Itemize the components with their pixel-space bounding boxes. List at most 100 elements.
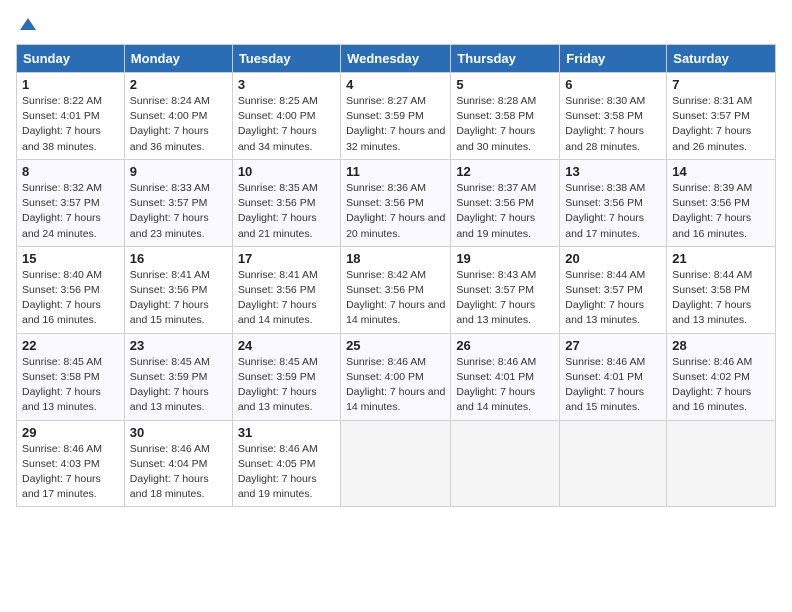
dow-header-saturday: Saturday	[667, 45, 776, 73]
day-detail: Sunrise: 8:31 AMSunset: 3:57 PMDaylight:…	[672, 94, 770, 155]
logo-icon	[18, 16, 38, 36]
day-number: 30	[130, 425, 227, 440]
calendar-cell: 16Sunrise: 8:41 AMSunset: 3:56 PMDayligh…	[124, 246, 232, 333]
day-number: 24	[238, 338, 335, 353]
dow-header-wednesday: Wednesday	[341, 45, 451, 73]
day-number: 31	[238, 425, 335, 440]
day-detail: Sunrise: 8:45 AMSunset: 3:59 PMDaylight:…	[130, 355, 227, 416]
calendar-body: 1 Sunrise: 8:22 AMSunset: 4:01 PMDaylight…	[17, 73, 776, 507]
day-number: 11	[346, 164, 445, 179]
day-number: 28	[672, 338, 770, 353]
day-detail: Sunrise: 8:46 AMSunset: 4:05 PMDaylight:…	[238, 442, 335, 503]
calendar-cell: 9 Sunrise: 8:33 AMSunset: 3:57 PMDaylight…	[124, 159, 232, 246]
day-number: 13	[565, 164, 661, 179]
day-number: 18	[346, 251, 445, 266]
day-detail: Sunrise: 8:44 AMSunset: 3:57 PMDaylight:…	[565, 268, 661, 329]
page-header	[16, 16, 776, 36]
day-detail: Sunrise: 8:46 AMSunset: 4:01 PMDaylight:…	[456, 355, 554, 416]
day-detail: Sunrise: 8:32 AMSunset: 3:57 PMDaylight:…	[22, 181, 119, 242]
calendar-cell: 21 Sunrise: 8:44 AMSunset: 3:58 PMDayligh…	[667, 246, 776, 333]
dow-header-tuesday: Tuesday	[232, 45, 340, 73]
day-detail: Sunrise: 8:45 AMSunset: 3:59 PMDaylight:…	[238, 355, 335, 416]
calendar-cell: 4 Sunrise: 8:27 AMSunset: 3:59 PMDaylight…	[341, 73, 451, 160]
calendar-cell: 5 Sunrise: 8:28 AMSunset: 3:58 PMDaylight…	[451, 73, 560, 160]
day-detail: Sunrise: 8:46 AMSunset: 4:04 PMDaylight:…	[130, 442, 227, 503]
day-detail: Sunrise: 8:41 AMSunset: 3:56 PMDaylight:…	[238, 268, 335, 329]
day-detail: Sunrise: 8:46 AMSunset: 4:01 PMDaylight:…	[565, 355, 661, 416]
day-detail: Sunrise: 8:43 AMSunset: 3:57 PMDaylight:…	[456, 268, 554, 329]
day-detail: Sunrise: 8:35 AMSunset: 3:56 PMDaylight:…	[238, 181, 335, 242]
calendar-cell: 12Sunrise: 8:37 AMSunset: 3:56 PMDayligh…	[451, 159, 560, 246]
calendar-cell	[451, 420, 560, 507]
day-number: 29	[22, 425, 119, 440]
calendar-cell: 13 Sunrise: 8:38 AMSunset: 3:56 PMDayligh…	[560, 159, 667, 246]
day-number: 10	[238, 164, 335, 179]
calendar-cell: 22 Sunrise: 8:45 AMSunset: 3:58 PMDayligh…	[17, 333, 125, 420]
day-number: 25	[346, 338, 445, 353]
calendar-cell: 19 Sunrise: 8:43 AMSunset: 3:57 PMDayligh…	[451, 246, 560, 333]
day-detail: Sunrise: 8:33 AMSunset: 3:57 PMDaylight:…	[130, 181, 227, 242]
week-row-3: 15Sunrise: 8:40 AMSunset: 3:56 PMDayligh…	[17, 246, 776, 333]
days-of-week-row: SundayMondayTuesdayWednesdayThursdayFrid…	[17, 45, 776, 73]
dow-header-monday: Monday	[124, 45, 232, 73]
day-detail: Sunrise: 8:46 AMSunset: 4:03 PMDaylight:…	[22, 442, 119, 503]
calendar-cell: 17Sunrise: 8:41 AMSunset: 3:56 PMDayligh…	[232, 246, 340, 333]
day-detail: Sunrise: 8:45 AMSunset: 3:58 PMDaylight:…	[22, 355, 119, 416]
calendar-cell	[341, 420, 451, 507]
calendar-cell: 30 Sunrise: 8:46 AMSunset: 4:04 PMDayligh…	[124, 420, 232, 507]
day-number: 19	[456, 251, 554, 266]
calendar-cell	[560, 420, 667, 507]
day-detail: Sunrise: 8:46 AMSunset: 4:02 PMDaylight:…	[672, 355, 770, 416]
calendar-cell: 23 Sunrise: 8:45 AMSunset: 3:59 PMDayligh…	[124, 333, 232, 420]
calendar-cell: 15Sunrise: 8:40 AMSunset: 3:56 PMDayligh…	[17, 246, 125, 333]
day-detail: Sunrise: 8:30 AMSunset: 3:58 PMDaylight:…	[565, 94, 661, 155]
day-number: 22	[22, 338, 119, 353]
day-detail: Sunrise: 8:42 AMSunset: 3:56 PMDaylight:…	[346, 268, 445, 329]
week-row-5: 29 Sunrise: 8:46 AMSunset: 4:03 PMDayligh…	[17, 420, 776, 507]
day-detail: Sunrise: 8:24 AMSunset: 4:00 PMDaylight:…	[130, 94, 227, 155]
day-number: 21	[672, 251, 770, 266]
day-number: 5	[456, 77, 554, 92]
calendar-cell: 8 Sunrise: 8:32 AMSunset: 3:57 PMDaylight…	[17, 159, 125, 246]
day-detail: Sunrise: 8:46 AMSunset: 4:00 PMDaylight:…	[346, 355, 445, 416]
calendar-cell: 18 Sunrise: 8:42 AMSunset: 3:56 PMDayligh…	[341, 246, 451, 333]
logo	[16, 16, 38, 36]
day-number: 2	[130, 77, 227, 92]
day-detail: Sunrise: 8:36 AMSunset: 3:56 PMDaylight:…	[346, 181, 445, 242]
day-number: 1	[22, 77, 119, 92]
day-number: 12	[456, 164, 554, 179]
day-number: 23	[130, 338, 227, 353]
day-detail: Sunrise: 8:41 AMSunset: 3:56 PMDaylight:…	[130, 268, 227, 329]
day-number: 20	[565, 251, 661, 266]
day-number: 6	[565, 77, 661, 92]
calendar-cell: 2 Sunrise: 8:24 AMSunset: 4:00 PMDaylight…	[124, 73, 232, 160]
week-row-1: 1 Sunrise: 8:22 AMSunset: 4:01 PMDaylight…	[17, 73, 776, 160]
dow-header-friday: Friday	[560, 45, 667, 73]
day-detail: Sunrise: 8:40 AMSunset: 3:56 PMDaylight:…	[22, 268, 119, 329]
calendar-cell: 24 Sunrise: 8:45 AMSunset: 3:59 PMDayligh…	[232, 333, 340, 420]
day-detail: Sunrise: 8:22 AMSunset: 4:01 PMDaylight:…	[22, 94, 119, 155]
day-detail: Sunrise: 8:38 AMSunset: 3:56 PMDaylight:…	[565, 181, 661, 242]
day-number: 14	[672, 164, 770, 179]
calendar-cell: 25 Sunrise: 8:46 AMSunset: 4:00 PMDayligh…	[341, 333, 451, 420]
day-detail: Sunrise: 8:27 AMSunset: 3:59 PMDaylight:…	[346, 94, 445, 155]
day-detail: Sunrise: 8:28 AMSunset: 3:58 PMDaylight:…	[456, 94, 554, 155]
week-row-2: 8 Sunrise: 8:32 AMSunset: 3:57 PMDaylight…	[17, 159, 776, 246]
day-number: 9	[130, 164, 227, 179]
day-number: 4	[346, 77, 445, 92]
day-number: 8	[22, 164, 119, 179]
calendar-cell: 7 Sunrise: 8:31 AMSunset: 3:57 PMDaylight…	[667, 73, 776, 160]
day-detail: Sunrise: 8:44 AMSunset: 3:58 PMDaylight:…	[672, 268, 770, 329]
dow-header-thursday: Thursday	[451, 45, 560, 73]
calendar-cell: 10 Sunrise: 8:35 AMSunset: 3:56 PMDayligh…	[232, 159, 340, 246]
day-number: 3	[238, 77, 335, 92]
day-number: 7	[672, 77, 770, 92]
day-detail: Sunrise: 8:39 AMSunset: 3:56 PMDaylight:…	[672, 181, 770, 242]
calendar-cell	[667, 420, 776, 507]
calendar-cell: 14 Sunrise: 8:39 AMSunset: 3:56 PMDayligh…	[667, 159, 776, 246]
calendar-table: SundayMondayTuesdayWednesdayThursdayFrid…	[16, 44, 776, 507]
calendar-cell: 1 Sunrise: 8:22 AMSunset: 4:01 PMDaylight…	[17, 73, 125, 160]
calendar-cell: 28 Sunrise: 8:46 AMSunset: 4:02 PMDayligh…	[667, 333, 776, 420]
calendar-cell: 20 Sunrise: 8:44 AMSunset: 3:57 PMDayligh…	[560, 246, 667, 333]
calendar-cell: 27Sunrise: 8:46 AMSunset: 4:01 PMDayligh…	[560, 333, 667, 420]
